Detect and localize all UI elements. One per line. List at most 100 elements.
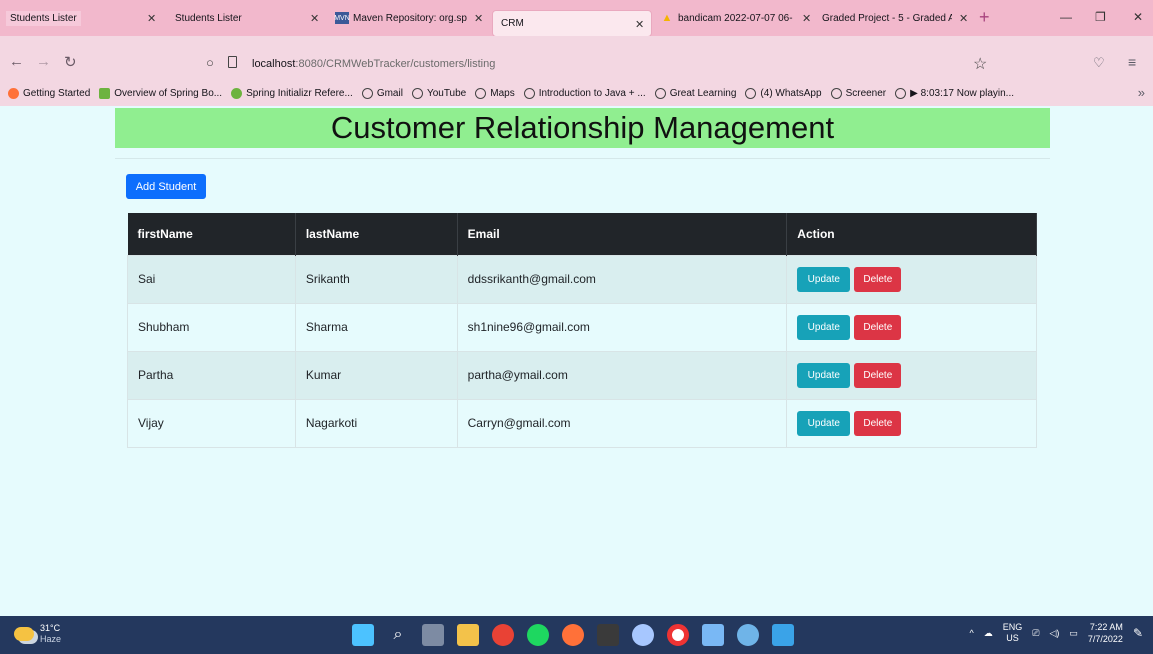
firefox-icon: [8, 87, 19, 99]
search-icon[interactable]: ⌕: [387, 624, 409, 646]
terminal-icon[interactable]: [597, 624, 619, 646]
bookmark-item[interactable]: ▶ 8:03:17 Now playin...: [895, 87, 1014, 99]
bookmark-item[interactable]: YouTube: [411, 87, 466, 99]
spotify-icon[interactable]: [527, 624, 549, 646]
network-icon[interactable]: ⎚: [1032, 628, 1039, 639]
tab-graded-project[interactable]: Graded Project - 5 - Graded A ✕: [822, 0, 977, 36]
url-host: localhost: [252, 58, 296, 70]
chrome-icon[interactable]: [492, 624, 514, 646]
delete-button[interactable]: Delete: [854, 266, 902, 292]
windows-start-icon[interactable]: [352, 624, 374, 646]
bookmark-item[interactable]: Great Learning: [654, 87, 737, 99]
tab-crm[interactable]: CRM ✕: [492, 10, 652, 37]
close-icon[interactable]: ✕: [802, 12, 811, 25]
close-icon[interactable]: ✕: [959, 12, 968, 25]
weather-desc: Haze: [40, 634, 62, 644]
tab-students-lister-2[interactable]: Students Lister ✕: [163, 0, 323, 36]
tab-students-lister-1[interactable]: Students Lister ✕: [0, 0, 163, 36]
bookmark-item[interactable]: Getting Started: [8, 87, 90, 99]
update-button[interactable]: Update: [797, 314, 851, 340]
delete-button[interactable]: Delete: [854, 362, 902, 388]
url-bar[interactable]: ○ localhost:8080/CRMWebTracker/customers…: [190, 53, 1010, 75]
column-header-email: Email: [457, 213, 788, 255]
bookmark-item[interactable]: (4) WhatsApp: [745, 87, 822, 99]
update-button[interactable]: Update: [797, 362, 851, 388]
bookmark-label: ▶ 8:03:17 Now playin...: [910, 87, 1014, 99]
table-row: Vijay Nagarkoti Carryn@gmail.com Update D…: [127, 398, 1037, 448]
add-student-button[interactable]: Add Student: [126, 174, 206, 199]
close-icon[interactable]: ✕: [147, 12, 156, 25]
firefox-icon[interactable]: [562, 624, 584, 646]
vpn-icon[interactable]: [632, 624, 654, 646]
task-view-icon[interactable]: [422, 624, 444, 646]
reload-icon[interactable]: ↻: [64, 53, 77, 71]
close-icon[interactable]: ✕: [635, 18, 644, 31]
close-icon[interactable]: ✕: [310, 12, 319, 25]
notification-icon[interactable]: ✎: [1133, 626, 1143, 640]
forward-arrow-icon[interactable]: →: [36, 53, 51, 70]
bookmark-item[interactable]: Screener: [830, 87, 887, 99]
chevron-right-double-icon[interactable]: »: [1138, 85, 1145, 100]
globe-icon: [654, 87, 666, 99]
page-content: Customer Relationship Management Add Stu…: [0, 106, 1153, 616]
bookmark-star-icon[interactable]: ☆: [973, 54, 987, 74]
delete-button[interactable]: Delete: [854, 314, 902, 340]
photos-icon[interactable]: [772, 624, 794, 646]
back-arrow-icon[interactable]: ←: [9, 53, 24, 70]
cell-action: Update Delete: [786, 254, 1037, 303]
bookmark-label: Screener: [845, 87, 887, 99]
minimize-icon[interactable]: —: [1060, 10, 1072, 24]
cell-firstname: Vijay: [127, 398, 296, 448]
cell-lastname: Kumar: [295, 350, 458, 399]
page-icon: [228, 56, 237, 68]
table-header-row: firstName lastName Email Action: [127, 213, 1037, 255]
bookmark-item[interactable]: Spring Initializr Refere...: [231, 87, 353, 99]
close-icon[interactable]: ✕: [474, 12, 483, 25]
new-tab-plus-icon[interactable]: +: [979, 7, 990, 28]
shield-icon: ○: [206, 55, 214, 70]
paint-icon[interactable]: [737, 624, 759, 646]
region-text: US: [1006, 633, 1019, 643]
weather-text: 31°C Haze: [40, 623, 61, 645]
bookmark-item[interactable]: Overview of Spring Bo...: [99, 87, 222, 99]
globe-icon: [361, 87, 373, 99]
update-button[interactable]: Update: [797, 410, 851, 436]
divider: [115, 158, 1050, 159]
weather-widget[interactable]: 31°C Haze: [14, 623, 61, 645]
globe-icon: [523, 87, 535, 99]
delete-button[interactable]: Delete: [854, 410, 902, 436]
window-close-icon[interactable]: ✕: [1133, 10, 1143, 24]
bookmark-label: Great Learning: [669, 87, 737, 99]
language-indicator[interactable]: ENG US: [1003, 622, 1023, 644]
hamburger-menu-icon[interactable]: ≡: [1128, 54, 1136, 70]
bookmark-item[interactable]: Introduction to Java + ...: [523, 87, 646, 99]
volume-icon[interactable]: ◁): [1049, 628, 1059, 639]
tab-bandicam[interactable]: ▲ bandicam 2022-07-07 06- ✕: [660, 0, 815, 36]
chevron-up-icon[interactable]: ^: [970, 628, 974, 638]
cell-action: Update Delete: [786, 398, 1037, 448]
record-icon[interactable]: [667, 624, 689, 646]
tab-maven-repository[interactable]: MVN Maven Repository: org.sp ✕: [334, 0, 485, 36]
bookmark-item[interactable]: Gmail: [361, 87, 403, 99]
weather-cloud-sun-icon: [14, 627, 34, 641]
taskbar-apps: ⌕: [352, 624, 807, 646]
update-button[interactable]: Update: [797, 266, 851, 292]
file-explorer-icon[interactable]: [457, 624, 479, 646]
cell-firstname: Sai: [127, 254, 296, 303]
bookmark-label: (4) WhatsApp: [760, 87, 822, 99]
cloud-icon[interactable]: ☁: [984, 628, 993, 639]
notepad-icon[interactable]: [702, 624, 724, 646]
clock[interactable]: 7:22 AM 7/7/2022: [1088, 621, 1123, 645]
bookmark-item[interactable]: Maps: [475, 87, 515, 99]
leaf-icon: [99, 87, 111, 99]
globe-icon: [745, 87, 757, 99]
pocket-icon[interactable]: ♡: [1093, 55, 1105, 71]
page-header: Customer Relationship Management: [115, 108, 1050, 148]
restore-icon[interactable]: ❐: [1095, 10, 1106, 24]
tab-strip: Students Lister ✕ Students Lister ✕ MVN …: [0, 0, 1153, 37]
bookmark-label: Gmail: [376, 87, 403, 99]
battery-icon[interactable]: ▭: [1069, 628, 1078, 639]
tab-label: Students Lister: [175, 12, 242, 24]
column-header-firstname: firstName: [127, 213, 296, 255]
cell-action: Update Delete: [786, 350, 1037, 399]
